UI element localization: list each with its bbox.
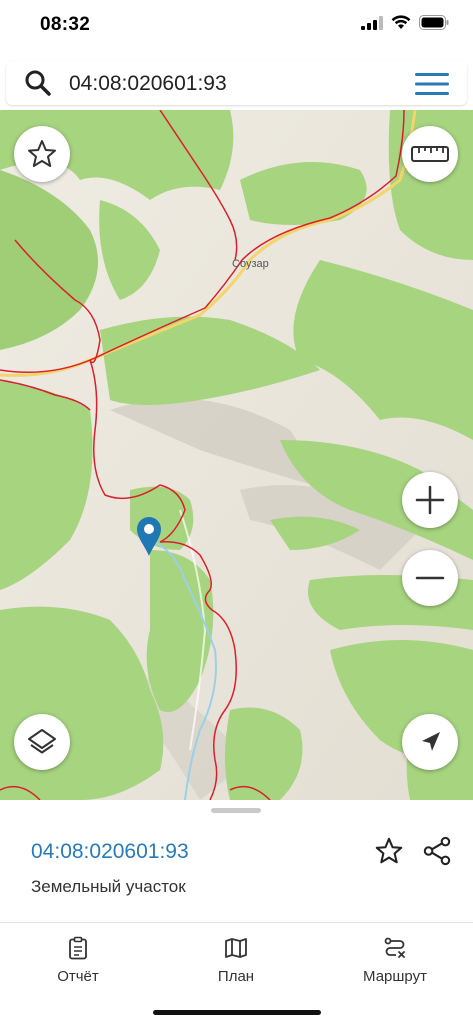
parcel-type: Земельный участок: [31, 877, 186, 896]
zoom-out-button[interactable]: [402, 550, 458, 606]
parcel-cadastral-number[interactable]: 04:08:020601:93: [31, 840, 189, 864]
minus-icon: [415, 576, 445, 580]
location-pin-icon[interactable]: [136, 516, 162, 556]
favorite-star-icon[interactable]: [374, 836, 404, 866]
share-icon[interactable]: [422, 836, 452, 866]
map-place-label: Соузар: [232, 258, 269, 270]
status-icons: [361, 15, 449, 30]
search-bar[interactable]: 04:08:020601:93: [6, 61, 467, 105]
home-indicator: [153, 1010, 321, 1015]
hamburger-menu-icon[interactable]: [415, 71, 449, 97]
search-icon[interactable]: [24, 69, 52, 97]
tab-plan[interactable]: План: [194, 923, 278, 993]
tab-route-label: Маршрут: [363, 968, 427, 985]
ruler-icon: [411, 146, 449, 162]
route-icon: [384, 937, 405, 958]
wifi-icon: [391, 15, 411, 29]
map-view[interactable]: Соузар: [0, 110, 473, 800]
tab-report[interactable]: Отчёт: [36, 923, 120, 993]
favorite-map-button[interactable]: [14, 126, 70, 182]
status-time: 08:32: [40, 14, 91, 35]
status-bar: 08:32: [0, 0, 473, 52]
star-icon: [28, 140, 56, 167]
my-location-button[interactable]: [402, 714, 458, 770]
terrain-map: [0, 110, 473, 800]
zoom-in-button[interactable]: [402, 472, 458, 528]
search-input[interactable]: 04:08:020601:93: [69, 72, 227, 96]
sheet-drag-handle[interactable]: [211, 808, 261, 813]
tab-report-label: Отчёт: [57, 968, 99, 985]
signal-icon: [361, 15, 383, 30]
layers-button[interactable]: [14, 714, 70, 770]
map-plan-icon: [225, 938, 247, 958]
tab-plan-label: План: [217, 968, 255, 985]
navigation-arrow-icon: [422, 732, 440, 751]
report-icon: [69, 936, 87, 960]
ruler-button[interactable]: [402, 126, 458, 182]
tab-route[interactable]: Маршрут: [348, 923, 442, 993]
layers-icon: [28, 729, 56, 754]
battery-icon: [419, 15, 449, 30]
plus-icon: [415, 485, 445, 515]
